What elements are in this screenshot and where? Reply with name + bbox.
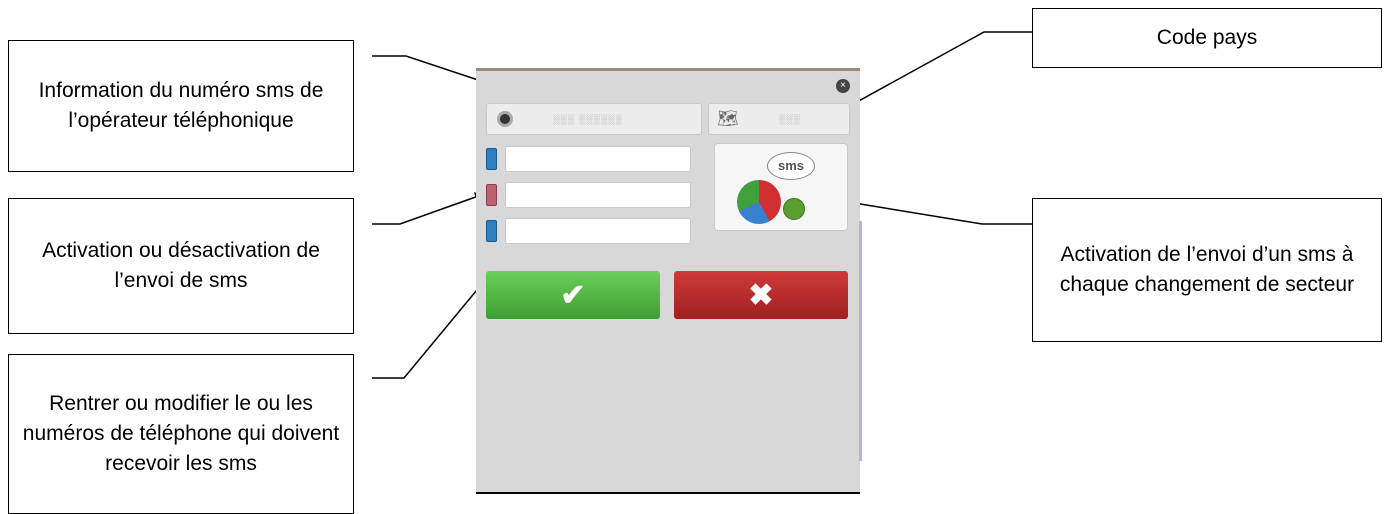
country-code-value: ░░░ (778, 114, 801, 124)
phone-toggle-icon[interactable] (486, 184, 497, 206)
phone-number-input-2[interactable] (505, 182, 691, 208)
callout-phone-numbers: Rentrer ou modifier le ou les numéros de… (8, 354, 354, 514)
country-code-field[interactable]: 🗺 ░░░ (708, 103, 850, 135)
panel-edge (859, 221, 862, 461)
arrow-activation (372, 192, 485, 225)
sector-change-sms-button[interactable]: sms (714, 143, 848, 231)
panel-bottom-line (476, 492, 860, 494)
sms-bubble-icon: sms (767, 152, 815, 180)
phone-number-row-1 (486, 145, 700, 173)
callout-sector-sms: Activation de l’envoi d’un sms à chaque … (1032, 198, 1382, 342)
close-icon[interactable]: × (836, 79, 850, 93)
callout-sms-activation: Activation ou désactivation de l’envoi d… (8, 198, 354, 334)
callout-activation-text: Activation ou désactivation de l’envoi d… (42, 239, 320, 292)
operator-icon (497, 111, 513, 127)
callout-sector-sms-text: Activation de l’envoi d’un sms à chaque … (1059, 243, 1355, 296)
arrow-country-code (845, 31, 1032, 109)
callout-country-code: Code pays (1032, 8, 1382, 68)
world-map-icon: 🗺 (717, 109, 739, 128)
confirm-button[interactable]: ✔ (486, 271, 660, 319)
arrow-sector-sms (835, 196, 1032, 225)
green-ball-icon (783, 198, 805, 220)
callout-numbers-text: Rentrer ou modifier le ou les numéros de… (22, 392, 340, 475)
operator-sms-number: ░░░ ░░░░░░ (553, 114, 623, 124)
phone-toggle-icon[interactable] (486, 148, 497, 170)
callout-operator-sms-info: Information du numéro sms de l’opérateur… (8, 40, 354, 172)
cancel-button[interactable]: ✖ (674, 271, 848, 319)
sms-settings-panel: × ░░░ ░░░░░░ 🗺 ░░░ sms ✔ ✖ (476, 68, 862, 492)
phone-toggle-icon[interactable] (486, 220, 497, 242)
phone-number-input-3[interactable] (505, 218, 691, 244)
operator-sms-info: ░░░ ░░░░░░ (486, 103, 702, 135)
phone-number-row-3 (486, 217, 700, 245)
pie-chart-icon (737, 180, 781, 224)
phone-number-input-1[interactable] (505, 146, 691, 172)
callout-country-code-text: Code pays (1156, 26, 1258, 49)
callout-operator-sms-text: Information du numéro sms de l’opérateur… (38, 79, 324, 132)
phone-number-row-2 (486, 181, 700, 209)
